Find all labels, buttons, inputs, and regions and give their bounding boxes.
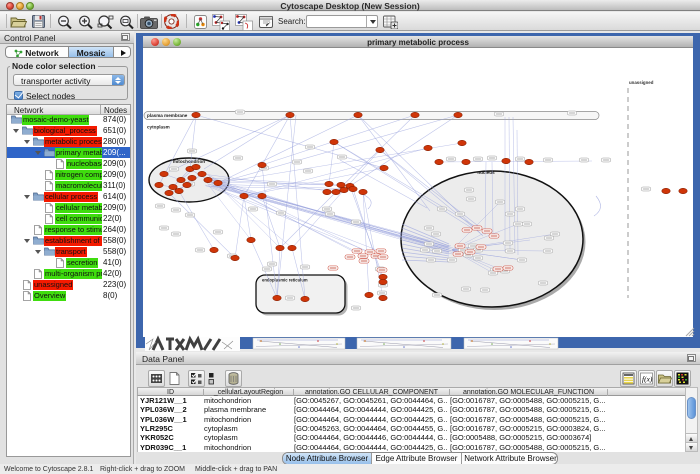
svg-text:cytoplasm: cytoplasm: [147, 125, 170, 130]
svg-text:nucleus: nucleus: [477, 170, 495, 175]
svg-text:plasma membrane: plasma membrane: [147, 113, 188, 118]
svg-text:f(x): f(x): [642, 375, 653, 384]
svg-text:unassigned: unassigned: [629, 80, 654, 85]
svg-text:mitochondrion: mitochondrion: [173, 159, 205, 164]
